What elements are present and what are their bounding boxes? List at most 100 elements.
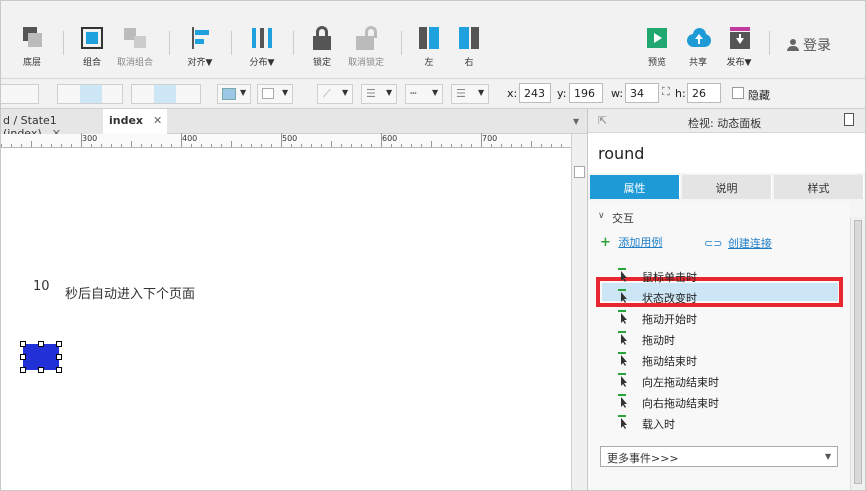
ruler-tick xyxy=(501,144,502,147)
ruler-label: 700 xyxy=(482,134,498,143)
event-item[interactable]: 拖动结束时 xyxy=(614,351,834,369)
page-right-button[interactable]: 右 xyxy=(455,25,483,68)
tab-style[interactable]: 样式 xyxy=(774,175,864,199)
event-label: 拖动时 xyxy=(642,334,675,347)
hide-checkbox[interactable] xyxy=(732,87,744,99)
line-color-picker[interactable]: ⟋ ▼ xyxy=(317,84,353,104)
resize-handle[interactable] xyxy=(20,341,26,347)
align-button[interactable]: 对齐▼ xyxy=(183,25,217,68)
resize-handle[interactable] xyxy=(56,341,62,347)
ruler-label: 600 xyxy=(382,134,398,143)
resize-handle[interactable] xyxy=(38,367,44,373)
ruler-tick xyxy=(181,133,182,147)
w-field[interactable]: 34 xyxy=(625,83,659,103)
event-label: 鼠标单击时 xyxy=(642,271,697,284)
lock-label: 锁定 xyxy=(312,58,331,68)
event-item[interactable]: 拖动时 xyxy=(614,330,834,348)
line-width-picker[interactable]: ☰ ▼ xyxy=(361,84,397,104)
event-item[interactable]: 状态改变时 xyxy=(614,288,834,306)
scrollbar-thumb[interactable] xyxy=(574,166,585,178)
arrow-style-picker[interactable]: ☰ ▼ xyxy=(451,84,489,104)
x-field[interactable]: 243 xyxy=(519,83,551,103)
vertical-align-group[interactable] xyxy=(131,84,201,104)
page-left-button[interactable]: 左 xyxy=(415,25,443,68)
line-style-picker[interactable]: ┅ ▼ xyxy=(405,84,443,104)
event-item[interactable]: 载入时 xyxy=(614,414,834,432)
add-case-label: 添加用例 xyxy=(618,236,663,249)
create-link-link[interactable]: ⊂⊃ 创建连接 xyxy=(704,235,772,251)
event-item[interactable]: 向右拖动结束时 xyxy=(614,393,834,411)
tab-state1[interactable]: d / State1 (index)✕ xyxy=(1,109,103,140)
event-item[interactable]: 拖动开始时 xyxy=(614,309,834,327)
resize-handle[interactable] xyxy=(20,367,26,373)
preview-button[interactable]: 预览 xyxy=(643,25,671,68)
ungroup-button[interactable]: 取消组合 xyxy=(113,25,157,68)
scrollbar-thumb[interactable] xyxy=(854,220,862,484)
text-align-group[interactable] xyxy=(57,84,123,104)
cursor-trigger-icon xyxy=(618,415,630,429)
fill-color-picker[interactable]: ▼ xyxy=(217,84,251,104)
event-item[interactable]: 鼠标单击时 xyxy=(614,267,834,285)
create-link-label: 创建连接 xyxy=(727,237,772,250)
h-field[interactable]: 26 xyxy=(687,83,721,103)
countdown-number[interactable]: 10 xyxy=(33,279,50,294)
cursor-trigger-icon xyxy=(618,373,630,387)
y-field[interactable]: 196 xyxy=(569,83,603,103)
align-icon xyxy=(187,25,213,51)
unlock-button[interactable]: 取消锁定 xyxy=(345,25,387,68)
lock-button[interactable]: 锁定 xyxy=(307,25,337,68)
tab-dropdown-icon[interactable]: ▼ xyxy=(573,117,579,126)
ruler-tick xyxy=(61,144,62,147)
group-button[interactable]: 组合 xyxy=(77,25,107,68)
canvas-scrollbar[interactable] xyxy=(571,134,587,490)
chevron-down-icon[interactable]: ∨ xyxy=(598,211,605,221)
publish-button[interactable]: 发布▼ xyxy=(723,25,755,68)
event-label: 拖动开始时 xyxy=(642,313,697,326)
page-icon[interactable] xyxy=(844,113,854,126)
event-item[interactable]: 向左拖动结束时 xyxy=(614,372,834,390)
redirect-message[interactable]: 秒后自动进入下个页面 xyxy=(65,283,195,302)
tab-properties[interactable]: 属性 xyxy=(590,175,680,199)
resize-handle[interactable] xyxy=(38,341,44,347)
ruler-label: 500 xyxy=(282,134,298,143)
horizontal-ruler: 300 400 500 600 700 8 xyxy=(1,133,587,148)
ruler-tick xyxy=(281,133,282,147)
ruler-tick xyxy=(401,144,402,147)
page-left-label: 左 xyxy=(424,58,434,68)
inspector-scrollbar[interactable] xyxy=(850,217,865,490)
send-to-back-icon xyxy=(19,25,45,51)
shadow-picker[interactable]: ▼ xyxy=(257,84,293,104)
widget-name-field[interactable]: round xyxy=(588,133,865,173)
tab-notes[interactable]: 说明 xyxy=(682,175,772,199)
lock-ratio-icon[interactable]: ⛶ xyxy=(662,85,670,99)
inspector-header: ⇱ 检视: 动态面板 xyxy=(588,109,865,133)
ruler-tick xyxy=(531,141,532,147)
collapse-icon[interactable]: ⇱ xyxy=(598,114,607,127)
ungroup-label: 取消组合 xyxy=(116,58,153,68)
ruler-tick xyxy=(551,144,552,147)
login-button[interactable]: 登录 xyxy=(787,35,831,55)
resize-handle[interactable] xyxy=(56,367,62,373)
ruler-tick xyxy=(261,144,262,147)
ruler-tick xyxy=(211,144,212,147)
x-label: x: xyxy=(507,87,518,100)
send-to-back-button[interactable]: 底层 xyxy=(15,25,49,68)
design-canvas[interactable]: 10 秒后自动进入下个页面 xyxy=(1,149,571,490)
ruler-label: 400 xyxy=(182,134,198,143)
tab-index[interactable]: index ✕ xyxy=(103,109,167,134)
ruler-tick xyxy=(271,144,272,147)
close-icon[interactable]: ✕ xyxy=(153,114,162,127)
resize-handle[interactable] xyxy=(20,354,26,360)
distribute-button[interactable]: 分布▼ xyxy=(245,25,279,68)
ruler-tick xyxy=(71,144,72,147)
ruler-tick xyxy=(21,144,22,147)
list-style-group[interactable] xyxy=(1,84,39,104)
more-events-select[interactable]: 更多事件>>> ▼ xyxy=(600,446,838,467)
ruler-tick xyxy=(421,144,422,147)
share-button[interactable]: 共享 xyxy=(683,25,713,68)
publish-icon xyxy=(726,25,752,51)
add-case-link[interactable]: + 添加用例 xyxy=(600,234,662,250)
resize-handle[interactable] xyxy=(56,354,62,360)
preview-icon xyxy=(644,25,670,51)
ruler-tick xyxy=(131,141,132,147)
